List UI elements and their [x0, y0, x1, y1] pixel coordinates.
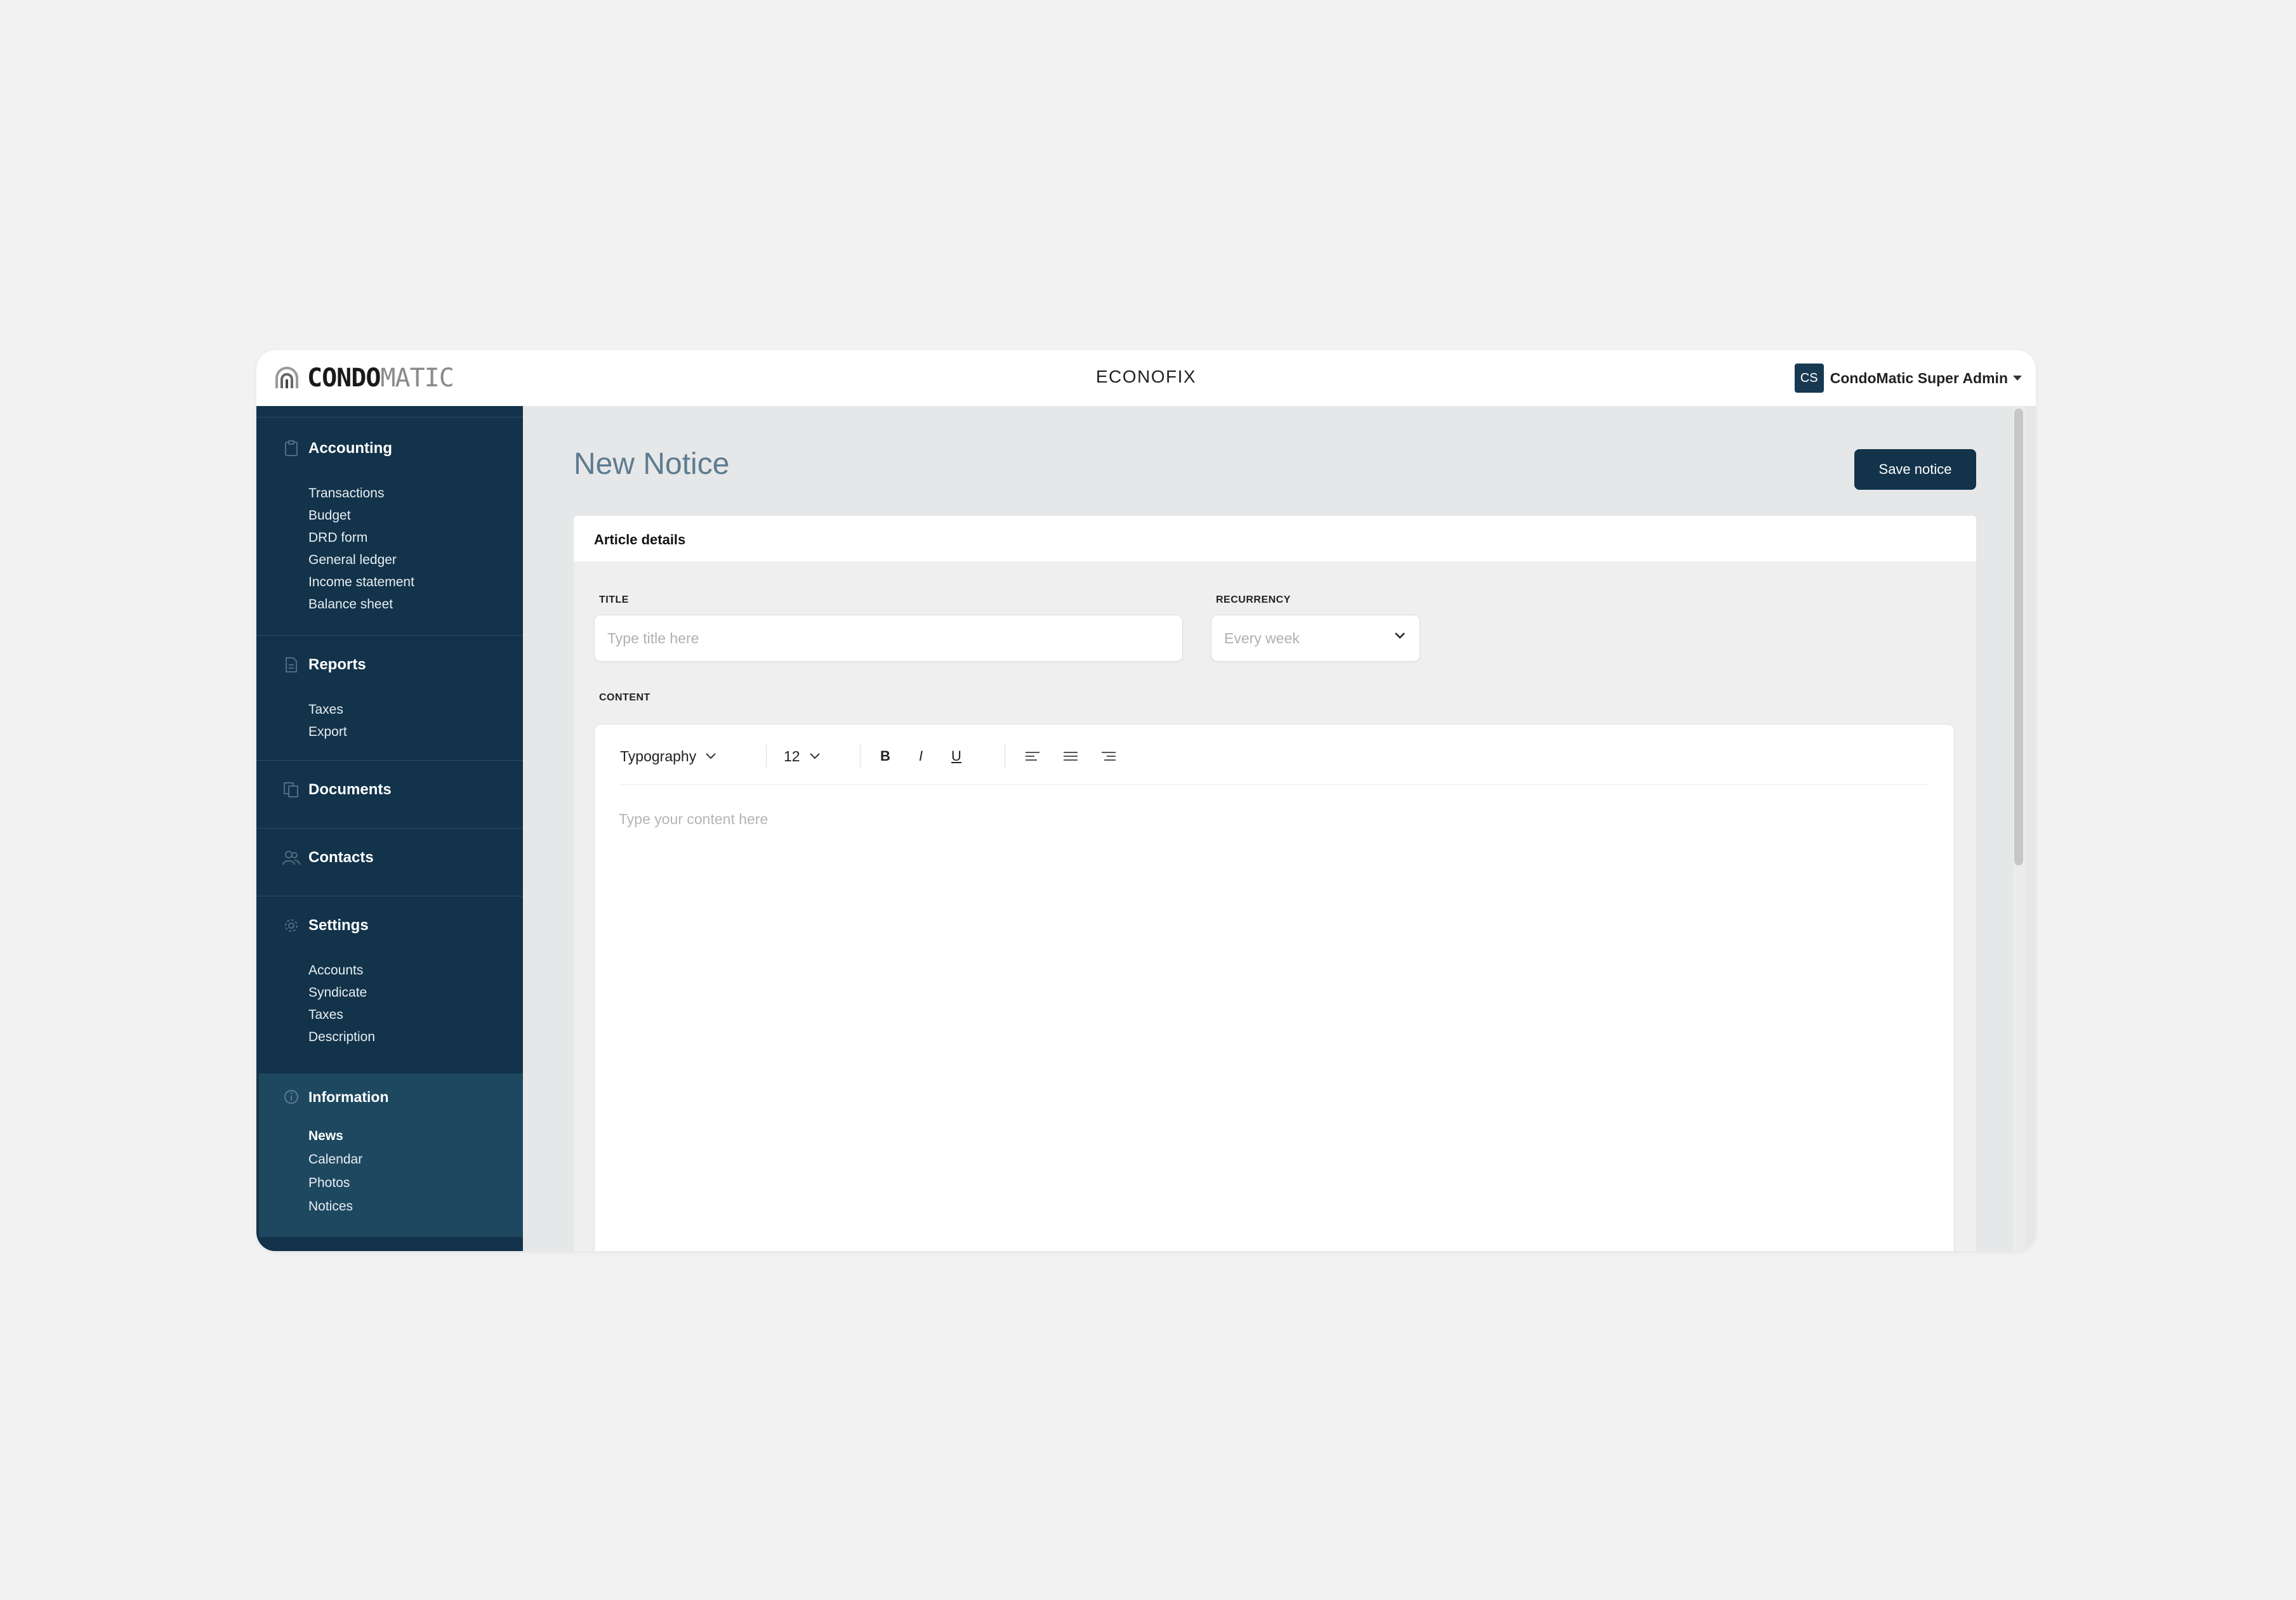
sidebar-item-taxes[interactable]: Taxes	[308, 698, 347, 721]
italic-button[interactable]: I	[911, 746, 931, 766]
sidebar-item-balance-sheet[interactable]: Balance sheet	[308, 593, 414, 615]
sidebar-item-income-statement[interactable]: Income statement	[308, 571, 414, 593]
toolbar-separator	[860, 745, 861, 768]
sidebar-section-title: Accounting	[308, 440, 392, 457]
underline-button[interactable]: U	[946, 746, 967, 766]
sidebar-section-title: Reports	[308, 656, 366, 673]
content-placeholder: Type your content here	[619, 811, 769, 827]
toolbar-separator	[766, 745, 767, 768]
sidebar-items-accounting: Transactions Budget DRD form General led…	[308, 482, 414, 615]
sidebar-section-reports[interactable]: Reports	[282, 655, 366, 674]
sidebar-item-budget[interactable]: Budget	[308, 504, 414, 527]
main-content: New Notice Save notice Article details T…	[523, 406, 2023, 1251]
editor-toolbar: Typography 12 B I U	[620, 742, 1927, 785]
sidebar-section-information-block: Information News Calendar Photos Notices	[259, 1073, 533, 1237]
sidebar-item-news[interactable]: News	[308, 1124, 362, 1148]
title-input[interactable]: Type title here	[594, 615, 1183, 662]
sidebar-item-drd-form[interactable]: DRD form	[308, 527, 414, 549]
sidebar-footer	[256, 1237, 523, 1251]
font-size-dropdown[interactable]: 12	[784, 742, 821, 770]
sidebar-divider	[256, 828, 523, 829]
recurrency-value: Every week	[1224, 629, 1300, 646]
sidebar-item-photos[interactable]: Photos	[308, 1171, 362, 1195]
sidebar-item-taxes[interactable]: Taxes	[308, 1004, 375, 1026]
app-window: CONDOMATIC ECONOFIX CS CondoMatic Super …	[256, 350, 2036, 1251]
font-size-value: 12	[784, 747, 800, 764]
info-icon	[282, 1087, 301, 1106]
sidebar-section-contacts[interactable]: Contacts	[282, 848, 374, 867]
sidebar-section-title: Information	[308, 1088, 389, 1105]
toolbar-divider	[620, 784, 1927, 785]
sidebar-item-notices[interactable]: Notices	[308, 1195, 362, 1218]
sidebar-section-documents[interactable]: Documents	[282, 780, 392, 799]
save-notice-button[interactable]: Save notice	[1854, 449, 1976, 490]
sidebar-section-information[interactable]: Information	[282, 1087, 389, 1106]
card-title: Article details	[594, 532, 686, 548]
sidebar-section-title: Documents	[308, 781, 392, 798]
bold-button[interactable]: B	[875, 746, 895, 766]
sidebar-divider	[256, 760, 523, 761]
documents-icon	[282, 780, 301, 799]
scrollbar-thumb[interactable]	[2014, 409, 2023, 865]
sidebar-item-description[interactable]: Description	[308, 1026, 375, 1048]
caret-down-icon	[2013, 376, 2022, 381]
contacts-icon	[282, 848, 301, 867]
article-details-card: TITLE Type title here RECURRENCY Every w…	[574, 561, 1976, 1251]
content-label: CONTENT	[599, 692, 650, 703]
sidebar-section-title: Settings	[308, 917, 369, 934]
typography-label: Typography	[620, 747, 697, 764]
user-name: CondoMatic Super Admin	[1830, 369, 2008, 386]
card-header: Article details	[574, 516, 1976, 561]
sidebar-items-information: News Calendar Photos Notices	[308, 1124, 362, 1218]
user-menu[interactable]: CS CondoMatic Super Admin	[1794, 363, 2022, 393]
typography-dropdown[interactable]: Typography	[620, 742, 716, 770]
title-label: TITLE	[599, 594, 629, 605]
chevron-down-icon	[809, 753, 820, 759]
sidebar-item-accounts[interactable]: Accounts	[308, 959, 375, 981]
sidebar-section-title: Contacts	[308, 849, 374, 866]
sidebar-divider	[256, 635, 523, 636]
top-bar: CONDOMATIC ECONOFIX CS CondoMatic Super …	[256, 350, 2036, 407]
sidebar-item-export[interactable]: Export	[308, 721, 347, 743]
recurrency-label: RECURRENCY	[1216, 594, 1291, 605]
sidebar-section-settings[interactable]: Settings	[282, 916, 369, 935]
sidebar-items-reports: Taxes Export	[308, 698, 347, 743]
avatar: CS	[1794, 364, 1824, 393]
sidebar-item-syndicate[interactable]: Syndicate	[308, 981, 375, 1004]
page-title: New Notice	[574, 447, 730, 481]
recurrency-select[interactable]: Every week	[1211, 615, 1420, 662]
chevron-down-icon	[706, 753, 716, 759]
chevron-down-icon	[1395, 633, 1405, 639]
sidebar-item-general-ledger[interactable]: General ledger	[308, 549, 414, 571]
clipboard-icon	[282, 439, 301, 458]
sidebar-section-accounting[interactable]: Accounting	[282, 439, 392, 458]
title-placeholder: Type title here	[607, 629, 699, 646]
sidebar-item-calendar[interactable]: Calendar	[308, 1148, 362, 1171]
rich-text-editor[interactable]: Typography 12 B I U Type your content he…	[594, 724, 1955, 1251]
sidebar-item-transactions[interactable]: Transactions	[308, 482, 414, 504]
align-justify-icon[interactable]	[1060, 746, 1081, 766]
align-left-icon[interactable]	[1022, 746, 1043, 766]
app-title: ECONOFIX	[1095, 367, 1197, 386]
document-icon	[282, 655, 301, 674]
sidebar-items-settings: Accounts Syndicate Taxes Description	[308, 959, 375, 1048]
align-right-icon[interactable]	[1099, 746, 1119, 766]
gear-icon	[282, 916, 301, 935]
